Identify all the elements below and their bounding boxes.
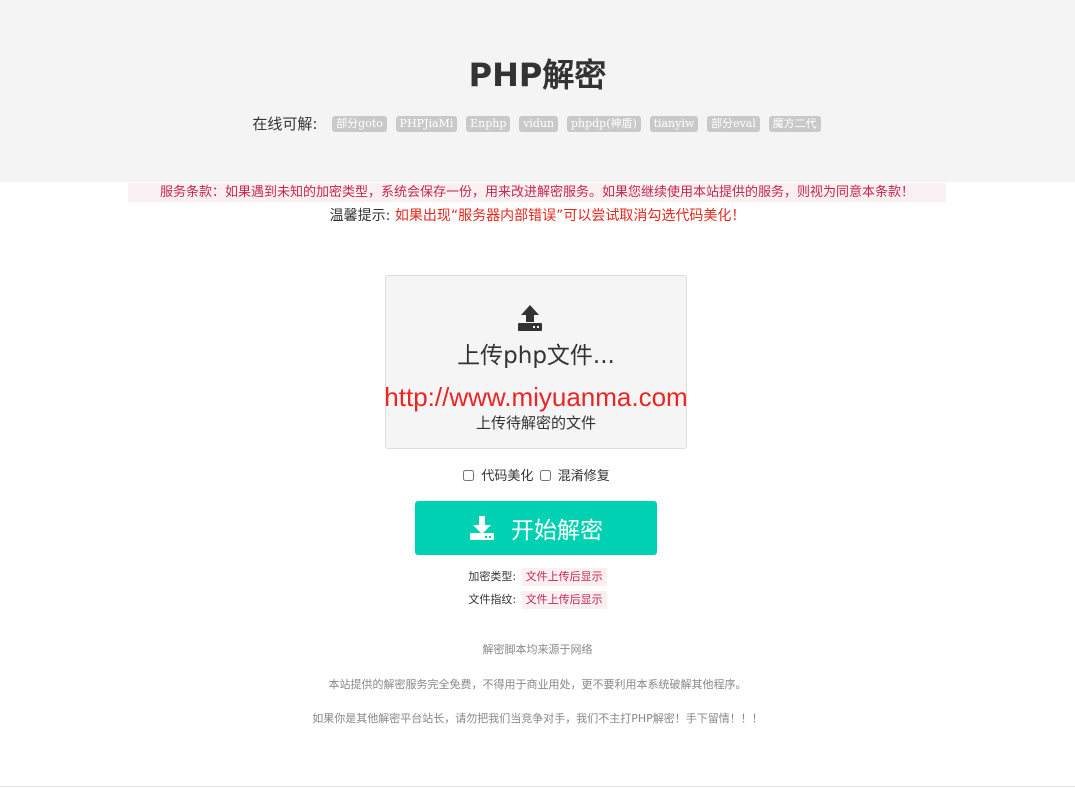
supported-types-row: 在线可解: 部分goto PHPJiaMi Enphp vidun phpdp(… [0,113,1075,134]
decrypt-options: 代码美化 混淆修复 [0,467,1075,487]
beautify-label[interactable]: 代码美化 [481,469,533,484]
upload-icon [518,305,542,331]
upload-title: 上传php文件... [457,343,615,369]
start-decrypt-button[interactable]: 开始解密 [415,501,657,555]
page-header: PHP解密 在线可解: 部分goto PHPJiaMi Enphp vidun … [0,0,1075,182]
site-watermark: http://www.miyuanma.com [384,382,688,412]
encryption-type-label: 加密类型: [468,570,517,583]
footer-free-note: 本站提供的解密服务完全免费，不得用于商业用处，更不要利用本系统破解其他程序。 [328,678,747,691]
encryption-type-row: 加密类型: 文件上传后显示 [0,568,1075,586]
file-fingerprint-row: 文件指纹: 文件上传后显示 [0,591,1075,609]
tip-text: 如果出现“服务器内部错误”可以尝试取消勾选代码美化！ [394,208,746,224]
tip-notice: 温馨提示: 如果出现“服务器内部错误”可以尝试取消勾选代码美化！ [0,206,1075,226]
beautify-checkbox[interactable] [463,470,475,481]
footer-source-note: 解密脚本均来源于网络 [482,643,593,656]
start-decrypt-label: 开始解密 [511,518,603,544]
page-title: PHP解密 [468,56,607,94]
bottom-divider [0,786,1075,787]
type-tag: vidun [519,115,559,132]
upload-subtitle: 上传待解密的文件 [475,414,596,432]
type-tag: 部分eval [707,115,760,132]
type-tag: 魔方二代 [768,115,821,132]
type-tag: phpdp(神盾) [566,115,641,132]
file-fingerprint-value: 文件上传后显示 [521,591,607,609]
type-tag: Enphp [466,115,511,132]
file-fingerprint-label: 文件指纹: [468,593,517,606]
supported-types-label: 在线可解: [252,115,318,133]
type-tag: 部分goto [332,115,387,132]
tip-label: 温馨提示: [329,208,391,224]
type-tag: PHPJiaMi [395,115,458,132]
deobfuscate-label[interactable]: 混淆修复 [558,469,610,484]
footer-competitor-note: 如果你是其他解密平台站长，请勿把我们当竞争对手，我们不主打PHP解密！手下留情！… [312,712,763,725]
type-tag: tianyiw [649,115,699,132]
encryption-type-value: 文件上传后显示 [521,568,607,586]
terms-notice: 服务条款：如果遇到未知的加密类型，系统会保存一份，用来改进解密服务。如果您继续使… [128,183,946,202]
deobfuscate-checkbox[interactable] [539,470,551,481]
download-icon [470,516,494,540]
